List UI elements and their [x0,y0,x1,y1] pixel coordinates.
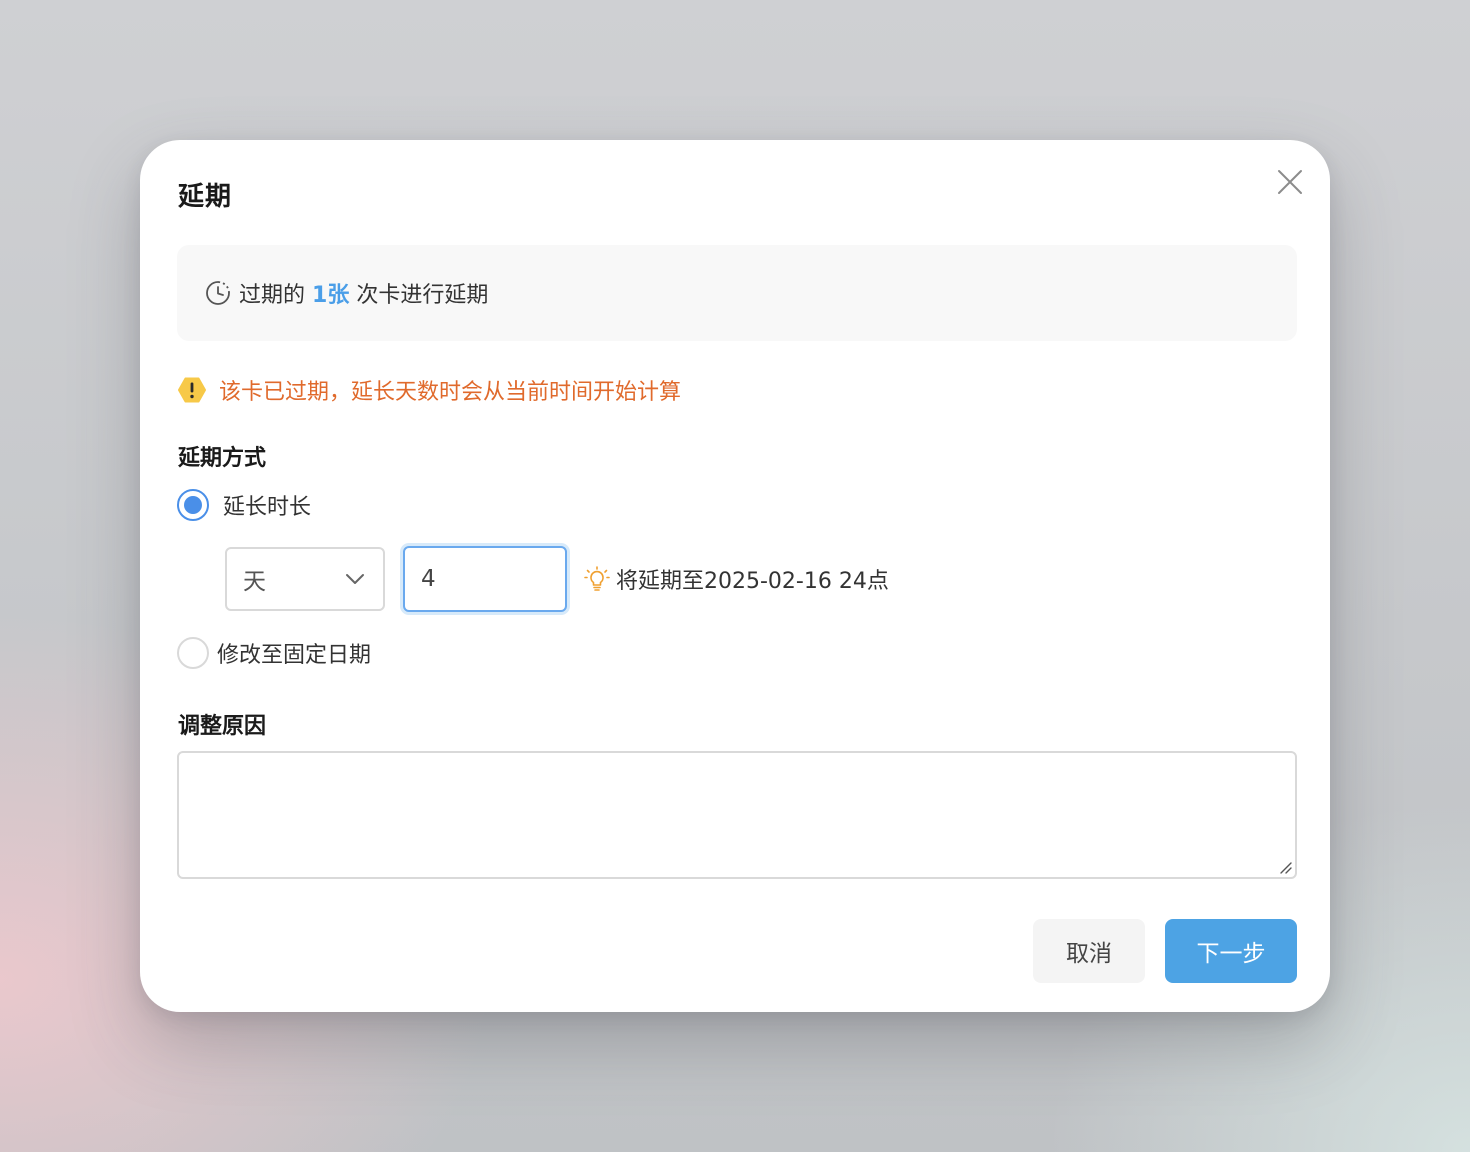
chevron-down-icon [346,574,364,584]
radio-fixed-date[interactable]: 修改至固定日期 [177,637,371,669]
radio-extend-duration[interactable]: 延长时长 [177,489,311,521]
next-step-button[interactable]: 下一步 [1165,919,1297,983]
cancel-button[interactable]: 取消 [1033,919,1145,983]
warning-text: 该卡已过期，延长天数时会从当前时间开始计算 [219,380,682,405]
expired-card-info: 过期的 1张 次卡进行延期 [177,245,1297,341]
method-label: 延期方式 [178,446,267,471]
radio-extend-duration-label: 延长时长 [223,495,312,520]
resize-handle-icon[interactable] [1277,859,1293,875]
reason-textarea-wrapper [177,751,1297,879]
warning-icon [177,375,207,405]
amount-input[interactable] [405,548,565,610]
radio-extend-duration-indicator[interactable] [177,489,209,521]
card-count: 1张 [312,283,350,308]
info-prefix: 过期的 [239,283,306,308]
close-icon [1278,170,1302,194]
hint-text: 将延期至2025-02-16 24点 [616,569,889,594]
expired-warning: 该卡已过期，延长天数时会从当前时间开始计算 [177,372,681,408]
dialog-title: 延期 [178,182,233,212]
close-button[interactable] [1274,166,1306,198]
reason-textarea[interactable] [179,753,1295,877]
unit-select-value: 天 [243,569,266,595]
clock-icon [205,280,231,306]
radio-fixed-date-indicator[interactable] [177,637,209,669]
info-suffix: 次卡进行延期 [356,283,489,308]
reason-label: 调整原因 [178,714,267,739]
radio-fixed-date-label: 修改至固定日期 [217,643,372,668]
lightbulb-icon [584,566,610,592]
extend-dialog: 延期 过期的 1张 次卡进行延期 该卡已过期，延长天数时会从当前时间开始计算 延… [140,140,1330,1012]
extend-hint: 将延期至2025-02-16 24点 [584,562,889,596]
unit-select[interactable]: 天 [225,547,385,611]
amount-input-wrapper [403,546,567,612]
